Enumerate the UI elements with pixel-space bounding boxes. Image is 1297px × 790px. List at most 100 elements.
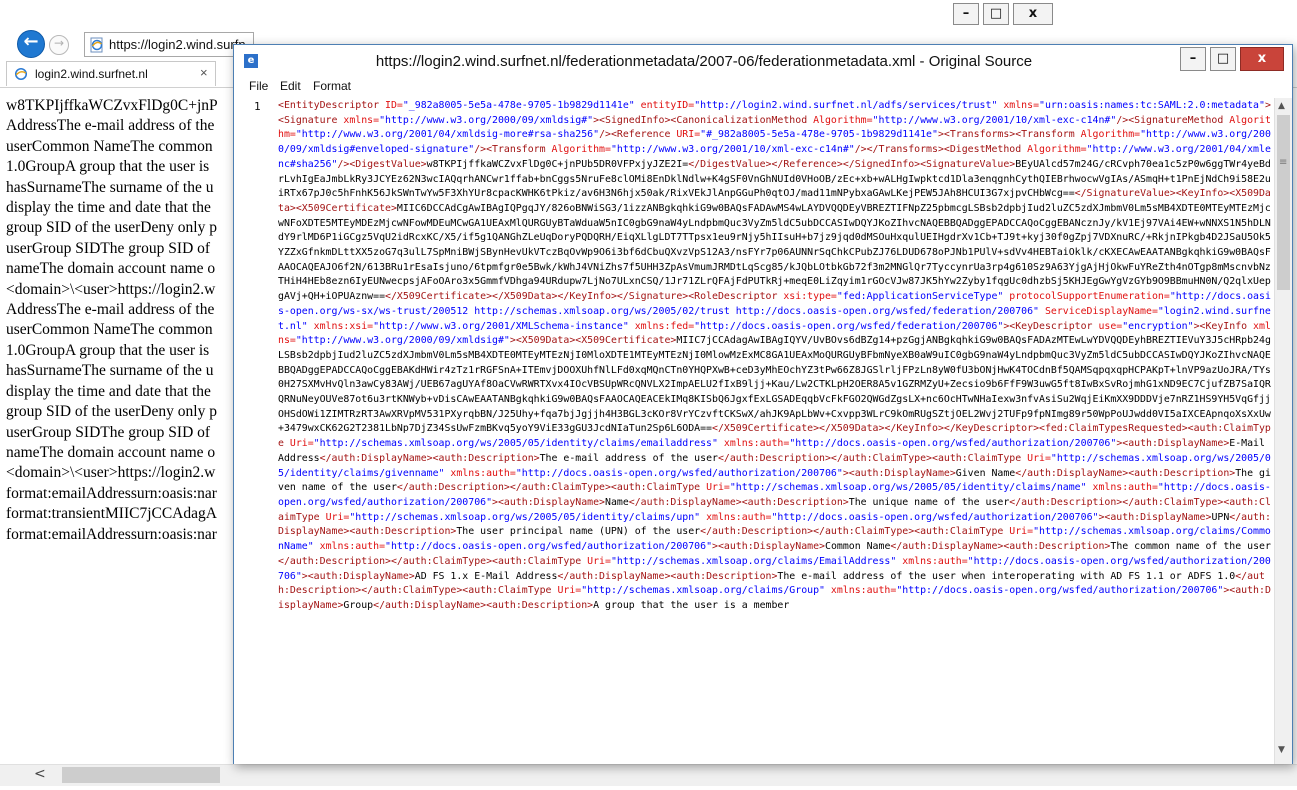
xml-attribute: xmlns=: [343, 114, 380, 126]
page-text-line: nameThe domain account name o: [6, 443, 216, 461]
xml-attribute-value: "fed:ApplicationServiceType": [836, 291, 1010, 303]
xml-text: w8TKPIjffkaWCZvxFlDg0C+jnPUb5DR0VFPxjyJZ…: [426, 158, 689, 170]
xml-attribute: xmlns:auth=: [902, 555, 968, 567]
page-text-line: AddressThe e-mail address of the: [6, 117, 215, 135]
xml-attribute: xsi:type=: [783, 291, 837, 303]
page-icon: [90, 37, 103, 53]
scroll-left-arrow-icon[interactable]: <: [34, 766, 46, 782]
source-menu-bar: File Edit Format: [234, 77, 1292, 97]
browser-tab[interactable]: login2.wind.surfnet.nl ×: [6, 61, 216, 86]
browser-close-button[interactable]: x: [1013, 3, 1053, 25]
xml-attribute: entityID=: [640, 100, 695, 111]
xml-attribute-value: "http://schemas.xmlsoap.org/claims/Email…: [610, 555, 903, 567]
xml-tag: ><X509Data>: [509, 335, 576, 347]
page-text-line: w8TKPIjffkaWCZvxFlDg0C+jnP: [6, 97, 218, 114]
source-title-bar: e https://login2.wind.surfnet.nl/federat…: [234, 45, 1292, 77]
xml-attribute: xmlns:xsi=: [313, 320, 374, 332]
xml-attribute-value: "urn:oasis:names:tc:SAML:2.0:metadata": [1039, 100, 1265, 111]
page-text-line: AddressThe e-mail address of the: [6, 301, 215, 319]
xml-attribute: xmlns:auth=: [723, 438, 790, 450]
line-number: 1: [254, 100, 261, 113]
xml-attribute: Uri=: [1027, 452, 1051, 464]
scroll-grip-icon: ≡: [1279, 157, 1288, 168]
page-text-line: format:emailAddressurn:oasis:nar: [6, 525, 217, 543]
xml-tag: </auth:Description></auth:ClaimType>: [278, 555, 493, 567]
page-text-line: userCommon NameThe common: [6, 321, 213, 339]
page-text-line: 1.0GroupA group that the user is: [6, 341, 210, 359]
page-text-line: userGroup SIDThe group SID of: [6, 423, 211, 441]
page-text-line: hasSurnameThe surname of the u: [6, 362, 214, 380]
vertical-scroll-thumb[interactable]: [1277, 115, 1290, 290]
xml-attribute: xmlns:auth=: [1092, 482, 1158, 494]
source-code-area[interactable]: 1 <EntityDescriptor ID="_982a8005-5e5a-4…: [234, 98, 1274, 764]
xml-attribute: xmlns:auth=: [450, 467, 516, 479]
page-text-line: userCommon NameThe common: [6, 137, 213, 155]
xml-text: AD FS 1.x E-Mail Address: [414, 570, 558, 582]
xml-attribute-value: "http://docs.oasis-open.org/wsfed/author…: [789, 438, 1117, 450]
browser-maximize-button[interactable]: □: [983, 3, 1009, 25]
scroll-down-arrow-icon[interactable]: ▼: [1278, 745, 1285, 755]
xml-attribute: Uri=: [1009, 526, 1034, 538]
xml-tag: ><auth:DisplayName>: [842, 467, 956, 479]
xml-tag: </auth:DisplayName><auth:Description>: [319, 452, 540, 464]
xml-attribute-value: "http://www.w3.org/2001/10/xml-exc-c14n#…: [872, 114, 1117, 126]
xml-text: The unique name of the user: [848, 496, 1010, 508]
xml-tag: </auth:DisplayName><auth:Description>: [373, 599, 594, 611]
ie-page-icon: [14, 67, 28, 81]
browser-tab-title: login2.wind.surfnet.nl: [35, 67, 148, 81]
xml-tag: </auth:DisplayName><auth:Description>: [557, 570, 778, 582]
browser-minimize-button[interactable]: –: [953, 3, 979, 25]
page-text-line: display the time and date that the: [6, 382, 211, 400]
xml-tag: ><auth:DisplayName>: [1116, 438, 1230, 450]
page-text-line: <domain>\<user>https://login2.w: [6, 464, 216, 482]
menu-edit[interactable]: Edit: [280, 79, 301, 93]
xml-text: The user principal name (UPN) of the use…: [456, 526, 701, 538]
xml-tag: />: [474, 144, 487, 156]
source-minimize-button[interactable]: –: [1180, 47, 1206, 71]
xml-text: UPN: [1211, 511, 1230, 523]
back-arrow-icon[interactable]: ←: [17, 30, 45, 58]
xml-tag: </DigestValue></Reference>: [688, 158, 843, 170]
source-maximize-button[interactable]: □: [1210, 47, 1236, 71]
xml-attribute: xmlns:auth=: [706, 511, 772, 523]
xml-tag: <auth:ClaimType: [914, 526, 1010, 538]
xml-attribute: Algorithm=: [551, 144, 611, 156]
xml-attribute: URI=: [676, 129, 701, 141]
xml-text: Common Name: [825, 541, 891, 553]
xml-attribute: Uri=: [289, 438, 314, 450]
xml-attribute-value: "http://www.w3.org/2001/04/xmldsig-more#…: [295, 129, 600, 141]
xml-attribute-value: "http://schemas.xmlsoap.org/ws/2005/05/i…: [313, 438, 724, 450]
page-text-line: <domain>\<user>https://login2.w: [6, 280, 216, 298]
xml-attribute-value: "http://docs.oasis-open.org/wsfed/federa…: [694, 320, 1004, 332]
xml-text: A group that the user is a member: [593, 599, 790, 611]
xml-text: The common name of the user: [1110, 541, 1271, 553]
xml-tag: </X509Certificate></X509Data>: [712, 423, 885, 435]
xml-tag: </auth:DisplayName><auth:Description>: [628, 496, 849, 508]
xml-tag: </KeyInfo></Signature><RoleDescriptor: [557, 291, 784, 303]
xml-tag: ><KeyInfo: [1193, 320, 1254, 332]
page-text: w8TKPIjffkaWCZvxFlDg0C+jnP AddressThe e-m…: [6, 96, 246, 545]
page-text-line: group SID of the userDeny only p: [6, 403, 217, 421]
source-close-button[interactable]: x: [1240, 47, 1284, 71]
page-text-line: userGroup SIDThe group SID of: [6, 239, 211, 257]
xml-text: The e-mail address of the user: [539, 452, 718, 464]
xml-text: Given Name: [955, 467, 1016, 479]
page-text-line: format:emailAddressurn:oasis:nar: [6, 484, 217, 502]
xml-tag: <X509Certificate>: [575, 335, 677, 347]
menu-file[interactable]: File: [249, 79, 268, 93]
xml-attribute-value: "http://schemas.xmlsoap.org/ws/2005/05/i…: [729, 482, 1093, 494]
forward-arrow-icon[interactable]: →: [49, 35, 69, 55]
horizontal-scroll-thumb[interactable]: [62, 767, 220, 783]
xml-attribute: ServiceDisplayName=: [1044, 305, 1158, 317]
tab-close-icon[interactable]: ×: [200, 65, 208, 80]
xml-tag: ><auth:DisplayName>: [301, 570, 415, 582]
xml-tag: </X509Certificate></X509Data>: [385, 291, 558, 303]
page-text-line: nameThe domain account name o: [6, 260, 216, 278]
page-text-line: hasSurnameThe surname of the u: [6, 178, 214, 196]
address-bar[interactable]: https://login2.wind.surfn: [84, 32, 254, 57]
scroll-up-arrow-icon[interactable]: ▲: [1278, 101, 1285, 111]
xml-tag: ><auth:DisplayName>: [492, 496, 605, 508]
xml-attribute: Uri=: [587, 555, 611, 567]
xml-attribute-value: "http://docs.oasis-open.org/wsfed/author…: [896, 585, 1224, 597]
menu-format[interactable]: Format: [313, 79, 351, 93]
